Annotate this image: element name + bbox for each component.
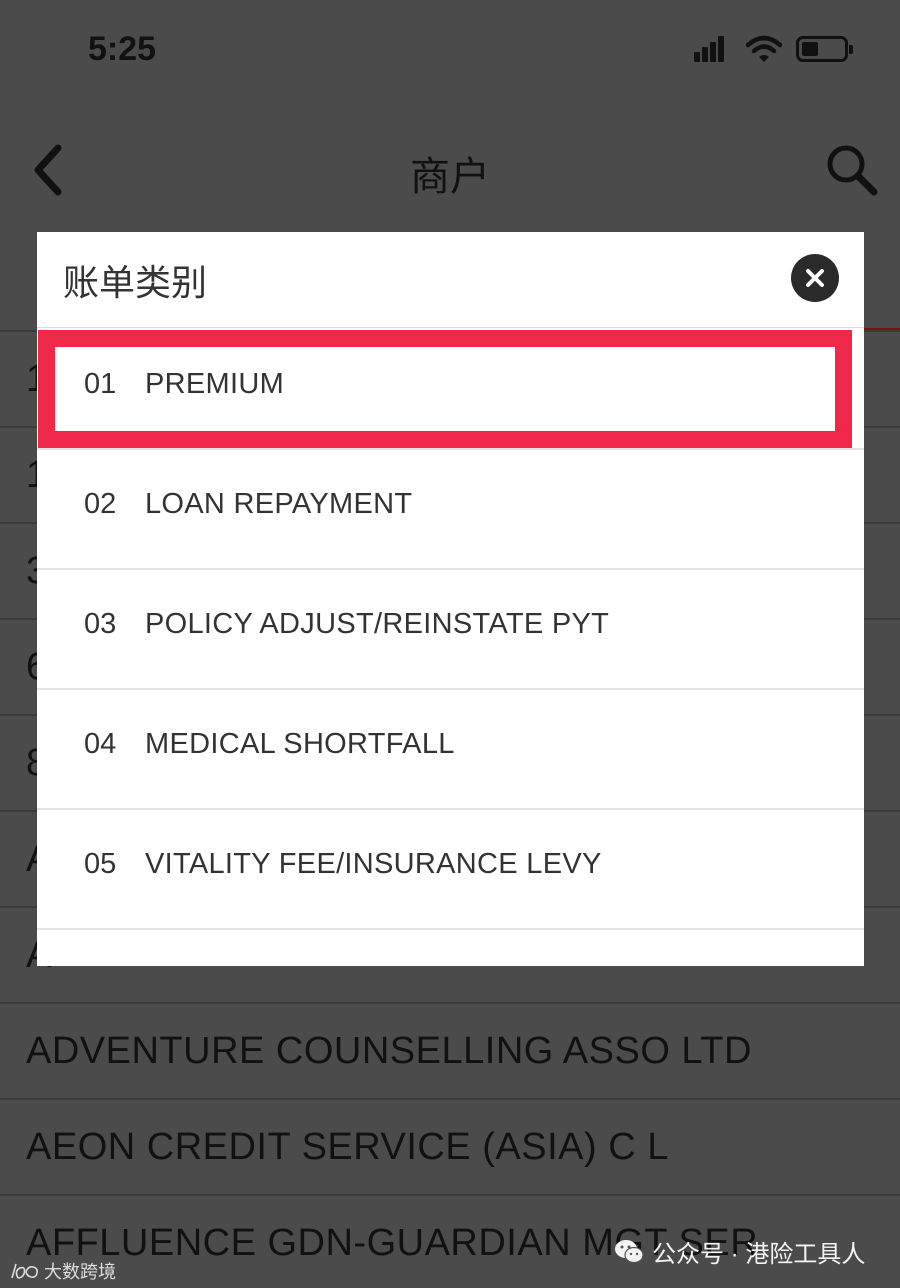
modal-title: 账单类别 <box>63 262 208 303</box>
option-label: LOAN REPAYMENT <box>145 488 413 520</box>
watermark-left: 大数跨境 <box>10 1258 116 1284</box>
option-code: 04 <box>84 728 117 760</box>
status-bar: 5:25 <box>0 0 900 100</box>
option-03-policy-adjust[interactable]: 03 POLICY ADJUST/REINSTATE PYT <box>37 570 864 690</box>
option-05-vitality-fee[interactable]: 05 VITALITY FEE/INSURANCE LEVY <box>37 810 864 930</box>
option-code: 03 <box>84 608 117 640</box>
watermark-right-text: 公众号 · 港险工具人 <box>652 1241 866 1268</box>
option-label: PREMIUM <box>145 368 285 400</box>
watermark-left-text: 大数跨境 <box>44 1262 116 1282</box>
option-code: 01 <box>84 368 117 400</box>
wechat-icon <box>615 1239 644 1263</box>
option-02-loan-repayment[interactable]: 02 LOAN REPAYMENT <box>37 450 864 570</box>
battery-icon <box>796 36 853 62</box>
option-code: 02 <box>84 488 117 520</box>
option-label: MEDICAL SHORTFALL <box>145 728 455 760</box>
list-item[interactable]: AEON CREDIT SERVICE (ASIA) C L <box>0 1098 900 1194</box>
option-label: VITALITY FEE/INSURANCE LEVY <box>145 848 602 880</box>
search-button[interactable] <box>822 140 882 200</box>
option-code: 05 <box>84 848 117 880</box>
nav-bar: 商户 <box>0 110 900 220</box>
watermark-right: 公众号 · 港险工具人 <box>614 1234 865 1269</box>
status-time: 5:25 <box>88 30 157 68</box>
search-icon <box>827 145 878 196</box>
page-title: 商户 <box>410 155 490 199</box>
bill-type-options: 01 PREMIUM 02 LOAN REPAYMENT 03 POLICY A… <box>37 330 864 930</box>
close-icon <box>806 269 824 287</box>
brand-logo-icon <box>11 1263 38 1279</box>
modal-header: 账单类别 <box>37 232 864 328</box>
bill-type-modal: 账单类别 01 PREMIUM 02 LOAN REPAYMENT 03 POL… <box>37 232 864 966</box>
close-button[interactable] <box>791 254 839 302</box>
option-label: POLICY ADJUST/REINSTATE PYT <box>145 608 610 640</box>
option-01-premium[interactable]: 01 PREMIUM <box>37 330 864 450</box>
cellular-signal-icon <box>694 36 732 62</box>
list-item[interactable]: ADVENTURE COUNSELLING ASSO LTD <box>0 1002 900 1098</box>
wifi-icon <box>745 34 783 64</box>
option-04-medical-shortfall[interactable]: 04 MEDICAL SHORTFALL <box>37 690 864 810</box>
